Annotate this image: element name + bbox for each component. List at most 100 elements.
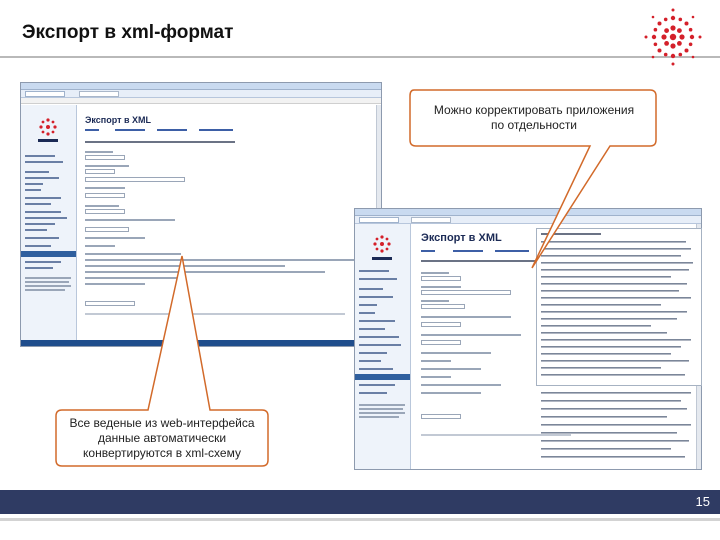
sidebar-item[interactable] xyxy=(25,211,61,213)
browser-tabbar xyxy=(21,90,381,98)
section-title xyxy=(85,141,235,143)
form-field[interactable] xyxy=(85,301,135,306)
sidebar-item[interactable] xyxy=(25,261,61,263)
sidebar-item[interactable] xyxy=(25,197,61,199)
menu-item[interactable] xyxy=(199,129,233,131)
browser-titlebar xyxy=(21,83,381,90)
sidebar-item[interactable] xyxy=(25,223,55,225)
sidebar-item[interactable] xyxy=(359,336,399,338)
form-field[interactable] xyxy=(85,193,125,198)
menu-item[interactable] xyxy=(85,129,99,131)
form-field[interactable] xyxy=(421,276,461,281)
sidebar-item[interactable] xyxy=(25,229,47,231)
form-label xyxy=(85,237,145,239)
app-logo-icon xyxy=(38,118,58,142)
footer-divider xyxy=(0,518,720,521)
sidebar-item[interactable] xyxy=(359,312,375,314)
form-label xyxy=(85,205,119,207)
form-field[interactable] xyxy=(421,322,461,327)
form-field[interactable] xyxy=(85,227,129,232)
menu-item[interactable] xyxy=(453,250,483,252)
form-label xyxy=(421,316,511,318)
browser-tab[interactable] xyxy=(25,91,65,97)
form-field[interactable] xyxy=(421,340,461,345)
sidebar-note xyxy=(359,416,399,418)
sidebar-item[interactable] xyxy=(25,203,51,205)
footer-text xyxy=(421,434,571,436)
form-field[interactable] xyxy=(85,177,185,182)
browser-tabbar xyxy=(355,216,701,224)
form-text xyxy=(85,271,325,273)
footer-text xyxy=(85,313,345,315)
page-heading: Экспорт в XML xyxy=(421,232,502,244)
sidebar-note xyxy=(359,412,405,414)
menu-item[interactable] xyxy=(421,250,435,252)
form-field[interactable] xyxy=(421,304,465,309)
form-field[interactable] xyxy=(85,155,125,160)
sidebar-item[interactable] xyxy=(25,217,67,219)
form-field[interactable] xyxy=(421,290,511,295)
menu-item[interactable] xyxy=(157,129,187,131)
sidebar-note xyxy=(25,277,71,279)
taskbar xyxy=(21,340,381,346)
form-text xyxy=(85,265,285,267)
sidebar-note xyxy=(25,281,69,283)
address-bar[interactable] xyxy=(411,217,451,223)
address-bar[interactable] xyxy=(79,91,119,97)
browser-menubar xyxy=(21,98,381,104)
slide-title: Экспорт в xml-формат xyxy=(22,22,234,43)
callout-top-text: Можно корректировать приложения по отдел… xyxy=(433,103,635,132)
sidebar-item-active[interactable] xyxy=(21,251,76,257)
sidebar-item[interactable] xyxy=(25,237,59,239)
browser-titlebar xyxy=(355,209,701,216)
callout-bottom-text: Все веденые из web-интерфейса данные авт… xyxy=(69,416,255,460)
sidebar-item[interactable] xyxy=(359,288,383,290)
form-label xyxy=(421,376,451,378)
section-title xyxy=(421,260,541,262)
sidebar-item[interactable] xyxy=(25,161,63,163)
company-logo-icon xyxy=(644,8,702,66)
slide: Экспорт в xml-формат Экспорт в XML Экспо… xyxy=(0,0,720,540)
sidebar-item[interactable] xyxy=(359,270,389,272)
sidebar-item[interactable] xyxy=(25,267,53,269)
form-label xyxy=(85,165,129,167)
sidebar-item[interactable] xyxy=(25,155,55,157)
title-divider xyxy=(0,56,720,58)
menu-item[interactable] xyxy=(115,129,145,131)
form-field[interactable] xyxy=(85,169,115,174)
sidebar-item[interactable] xyxy=(359,320,395,322)
sidebar-item[interactable] xyxy=(25,183,43,185)
form-label xyxy=(421,392,481,394)
tree-root[interactable] xyxy=(541,233,601,235)
sidebar-item[interactable] xyxy=(359,328,385,330)
sidebar-item[interactable] xyxy=(25,189,41,191)
form-label xyxy=(421,368,481,370)
sidebar-item-active[interactable] xyxy=(355,374,410,380)
form-text xyxy=(85,277,185,279)
form-label xyxy=(421,384,501,386)
sidebar-item[interactable] xyxy=(25,177,59,179)
form-label xyxy=(85,245,115,247)
sidebar-item[interactable] xyxy=(359,352,387,354)
sidebar-note xyxy=(25,289,65,291)
sidebar-item[interactable] xyxy=(359,360,381,362)
app-main: Экспорт в XML xyxy=(79,105,377,341)
sidebar-item[interactable] xyxy=(359,304,377,306)
form-text xyxy=(85,283,145,285)
app-logo-icon xyxy=(372,235,392,260)
form-field[interactable] xyxy=(85,209,125,214)
sidebar-item[interactable] xyxy=(359,344,401,346)
sidebar-item[interactable] xyxy=(25,171,49,173)
sidebar-item[interactable] xyxy=(359,296,393,298)
sidebar-item[interactable] xyxy=(25,245,51,247)
sidebar-item[interactable] xyxy=(359,368,393,370)
browser-tab[interactable] xyxy=(359,217,399,223)
sidebar-item[interactable] xyxy=(359,278,397,280)
xml-tree-panel xyxy=(536,228,702,386)
menu-item[interactable] xyxy=(495,250,529,252)
sidebar-item[interactable] xyxy=(359,392,387,394)
sidebar-item[interactable] xyxy=(359,384,395,386)
form-field[interactable] xyxy=(421,414,461,419)
sidebar-note xyxy=(359,404,405,406)
form-label xyxy=(85,151,113,153)
